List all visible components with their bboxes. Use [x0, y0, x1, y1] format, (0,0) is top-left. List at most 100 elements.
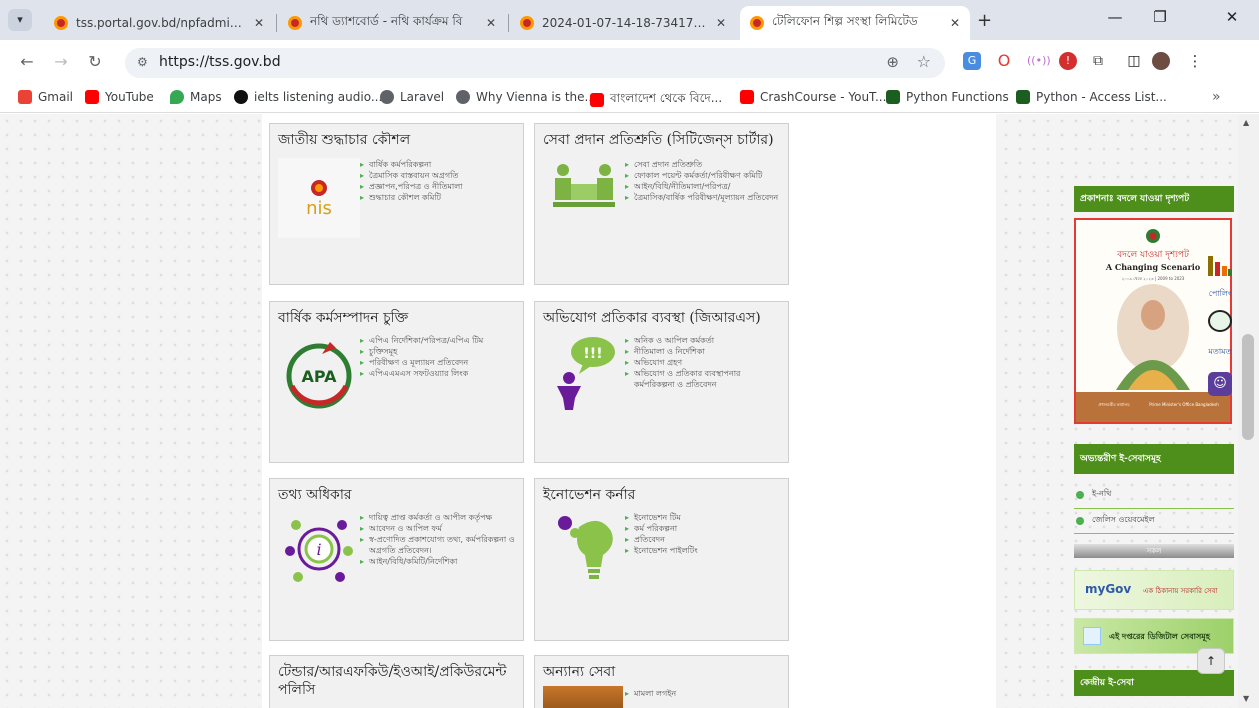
card-link[interactable]: এপিএ নির্দেশিকা/পরিপত্র/এপিএ টিম	[360, 335, 517, 346]
card-title[interactable]: অন্যান্য সেবা	[535, 656, 788, 681]
zoom-icon[interactable]: ⊕	[886, 53, 899, 71]
card-link[interactable]: অভিযোগ ও প্রতিকার ব্যবস্থাপনার কর্মপরিকল…	[625, 368, 782, 390]
card-title[interactable]: অভিযোগ প্রতিকার ব্যবস্থা (জিআরএস)	[535, 302, 788, 327]
feedback-chat-icon[interactable]	[1208, 310, 1232, 332]
site-info-icon[interactable]: ⚙	[137, 55, 148, 69]
profile-avatar[interactable]	[1152, 52, 1170, 70]
svg-text:APA: APA	[301, 367, 337, 386]
scroll-up-icon[interactable]: ▲	[1243, 118, 1249, 127]
feedback-label[interactable]: মতামত	[1200, 346, 1238, 359]
card-other-services: অন্যান্য সেবা মামলা লগইন	[534, 655, 789, 708]
scrollbar-thumb[interactable]	[1242, 334, 1254, 440]
card-link[interactable]: চুক্তিসমূহ	[360, 346, 517, 357]
tab-close-icon[interactable]: ✕	[950, 16, 960, 30]
back-to-top-button[interactable]: ↑	[1197, 648, 1225, 674]
svg-text:প্রধানমন্ত্রীর কার্যালয়: প্রধানমন্ত্রীর কার্যালয়	[1098, 402, 1130, 407]
url-text[interactable]: https://tss.gov.bd	[159, 54, 281, 70]
svg-text:Prime Minister's Office Bangla: Prime Minister's Office Bangladesh	[1149, 402, 1219, 407]
bookmark-gmail[interactable]: Gmail	[18, 90, 73, 104]
page-scrollbar[interactable]: ▲ ▼	[1238, 114, 1259, 708]
card-rti: তথ্য অধিকার i দায়িত্ব প্রাপ্ত কর্মকর্তা…	[269, 478, 524, 641]
address-bar[interactable]: ⚙ https://tss.gov.bd ⊕ ☆	[125, 48, 945, 78]
card-link[interactable]: শুদ্ধাচার কৌশল কমিটি	[360, 192, 517, 203]
tab-1[interactable]: নথি ড্যাশবোর্ড - নথি কার্যক্রম বি ✕	[278, 6, 506, 40]
bookmark-star-icon[interactable]: ☆	[917, 52, 931, 71]
card-title[interactable]: ইনোভেশন কর্নার	[535, 479, 788, 504]
new-tab-button[interactable]: +	[977, 10, 992, 31]
bookmarks-overflow-button[interactable]: »	[1212, 89, 1221, 105]
forward-icon[interactable]: →	[50, 52, 72, 71]
card-link[interactable]: কর্ম পরিকল্পনা	[625, 523, 782, 534]
tab-2[interactable]: 2024-01-07-14-18-7341790e62 ✕	[510, 6, 736, 40]
menu-kebab-icon[interactable]: ⋮	[1186, 52, 1204, 70]
bookmark-label: Gmail	[38, 90, 74, 104]
tab-title: 2024-01-07-14-18-7341790e62	[542, 16, 708, 30]
card-link[interactable]: ইনোভেশন টিম	[625, 512, 782, 523]
card-link[interactable]: অনিক ও আপিল কর্মকর্তা	[625, 335, 782, 346]
accessibility-icon[interactable]: ☺	[1208, 372, 1232, 396]
card-apa: বার্ষিক কর্মসম্পাদন চুক্তি APA এপিএ নির্…	[269, 301, 524, 463]
card-links: মামলা লগইন	[625, 688, 782, 699]
bookmark-ielts[interactable]: ielts listening audio...	[234, 90, 382, 104]
back-icon[interactable]: ←	[16, 52, 38, 71]
card-title[interactable]: টেন্ডার/আরএফকিউ/ইওআই/প্রকিউরমেন্ট পলিসি	[270, 656, 523, 699]
card-link[interactable]: এপিএএমএস সফটওয়্যার লিংক	[360, 368, 517, 379]
side-panel-icon[interactable]: ◫	[1125, 52, 1143, 70]
all-services-bar[interactable]: সকল	[1074, 544, 1234, 558]
close-window-icon[interactable]: ✕	[1212, 8, 1252, 26]
bookmark-python-access[interactable]: Python - Access List...	[1016, 90, 1167, 104]
opera-extension-icon[interactable]: O	[995, 52, 1013, 70]
wifi-extension-icon[interactable]: ((•))	[1027, 52, 1051, 70]
bookmark-crashcourse[interactable]: CrashCourse - YouT...	[740, 90, 886, 104]
card-link[interactable]: বার্ষিক কর্মপরিকল্পনা	[360, 159, 517, 170]
bookmark-vienna[interactable]: Why Vienna is the...	[456, 90, 596, 104]
other-services-image	[543, 686, 623, 708]
card-link[interactable]: আইন/বিধি/কমিটি/নির্দেশিকা	[360, 556, 517, 567]
card-link[interactable]: পরিবীক্ষণ ও মূল্যায়ন প্রতিবেদন	[360, 357, 517, 368]
tab-0[interactable]: tss.portal.gov.bd/npfadmin/pul ✕	[44, 6, 274, 40]
tab-close-icon[interactable]: ✕	[486, 16, 496, 30]
card-link[interactable]: মামলা লগইন	[625, 688, 782, 699]
tab-search-button[interactable]: ▾	[8, 9, 32, 31]
enothi-link[interactable]: ই-নথি	[1076, 488, 1111, 501]
bookmark-maps[interactable]: Maps	[170, 90, 222, 104]
card-link[interactable]: ত্রৈমাসিক/বার্ষিক পরিবীক্ষণ/মূল্যায়ন প্…	[625, 192, 782, 203]
reload-icon[interactable]: ↻	[84, 52, 106, 71]
card-link[interactable]: ফোকাল পয়েন্ট কর্মকর্তা/পরিবীক্ষণ কমিটি	[625, 170, 782, 181]
tab-3-active[interactable]: টেলিফোন শিল্প সংস্থা লিমিটেড ✕	[740, 6, 970, 40]
card-title[interactable]: সেবা প্রদান প্রতিশ্রুতি (সিটিজেন্‌স চার্…	[535, 124, 788, 149]
restore-icon[interactable]: ❐	[1140, 8, 1180, 26]
translate-extension-icon[interactable]: G	[963, 52, 981, 70]
bar-chart-icon[interactable]	[1207, 254, 1233, 276]
card-link[interactable]: নীতিমালা ও নির্দেশিকা	[625, 346, 782, 357]
poll-label[interactable]: পোলিং	[1200, 288, 1238, 301]
card-link[interactable]: ত্রৈমাসিক বাস্তবায়ন অগ্রগতি	[360, 170, 517, 181]
card-link[interactable]: প্রতিবেদন	[625, 534, 782, 545]
card-link[interactable]: আইন/বিধি/নীতিমালা/পরিপত্র/	[625, 181, 782, 192]
mygov-banner[interactable]: myGov এক ঠিকানায় সরকারি সেবা	[1074, 570, 1234, 610]
bookmark-youtube[interactable]: YouTube	[85, 90, 154, 104]
nis-logo-icon: nis	[306, 180, 332, 219]
bookmark-bangladesh[interactable]: বাংলাদেশ থেকে বিদে...	[590, 90, 722, 110]
card-link[interactable]: অভিযোগ গ্রহণ	[625, 357, 782, 368]
card-title[interactable]: জাতীয় শুদ্ধাচার কৌশল	[270, 124, 523, 149]
card-link[interactable]: আবেদন ও আপিল ফর্ম	[360, 523, 517, 534]
tab-close-icon[interactable]: ✕	[254, 16, 264, 30]
webmail-link[interactable]: জেলিস ওয়েবমেইল	[1076, 514, 1155, 527]
bookmark-laravel[interactable]: Laravel	[380, 90, 444, 104]
scroll-down-icon[interactable]: ▼	[1243, 694, 1249, 703]
minimize-icon[interactable]: —	[1095, 8, 1135, 26]
card-link[interactable]: দায়িত্ব প্রাপ্ত কর্মকর্তা ও আপীল কর্তৃপ…	[360, 512, 517, 523]
card-title[interactable]: বার্ষিক কর্মসম্পাদন চুক্তি	[270, 302, 523, 327]
tab-close-icon[interactable]: ✕	[716, 16, 726, 30]
extensions-puzzle-icon[interactable]: ⧉	[1089, 52, 1107, 70]
apa-logo: APA	[278, 334, 360, 414]
card-title[interactable]: তথ্য অধিকার	[270, 479, 523, 504]
alert-extension-icon[interactable]: !	[1059, 52, 1077, 70]
card-link[interactable]: ইনোভেশন পাইলটিং	[625, 545, 782, 556]
card-link[interactable]: প্রজ্ঞাপন,পরিপত্র ও নীতিমালা	[360, 181, 517, 192]
innovation-image	[543, 509, 625, 589]
card-link[interactable]: সেবা প্রদান প্রতিশ্রুতি	[625, 159, 782, 170]
bookmark-python-functions[interactable]: Python Functions	[886, 90, 1009, 104]
card-link[interactable]: স্ব-প্রণোদিত প্রকাশযোগ্য তথ্য, কর্মপরিকল…	[360, 534, 517, 556]
